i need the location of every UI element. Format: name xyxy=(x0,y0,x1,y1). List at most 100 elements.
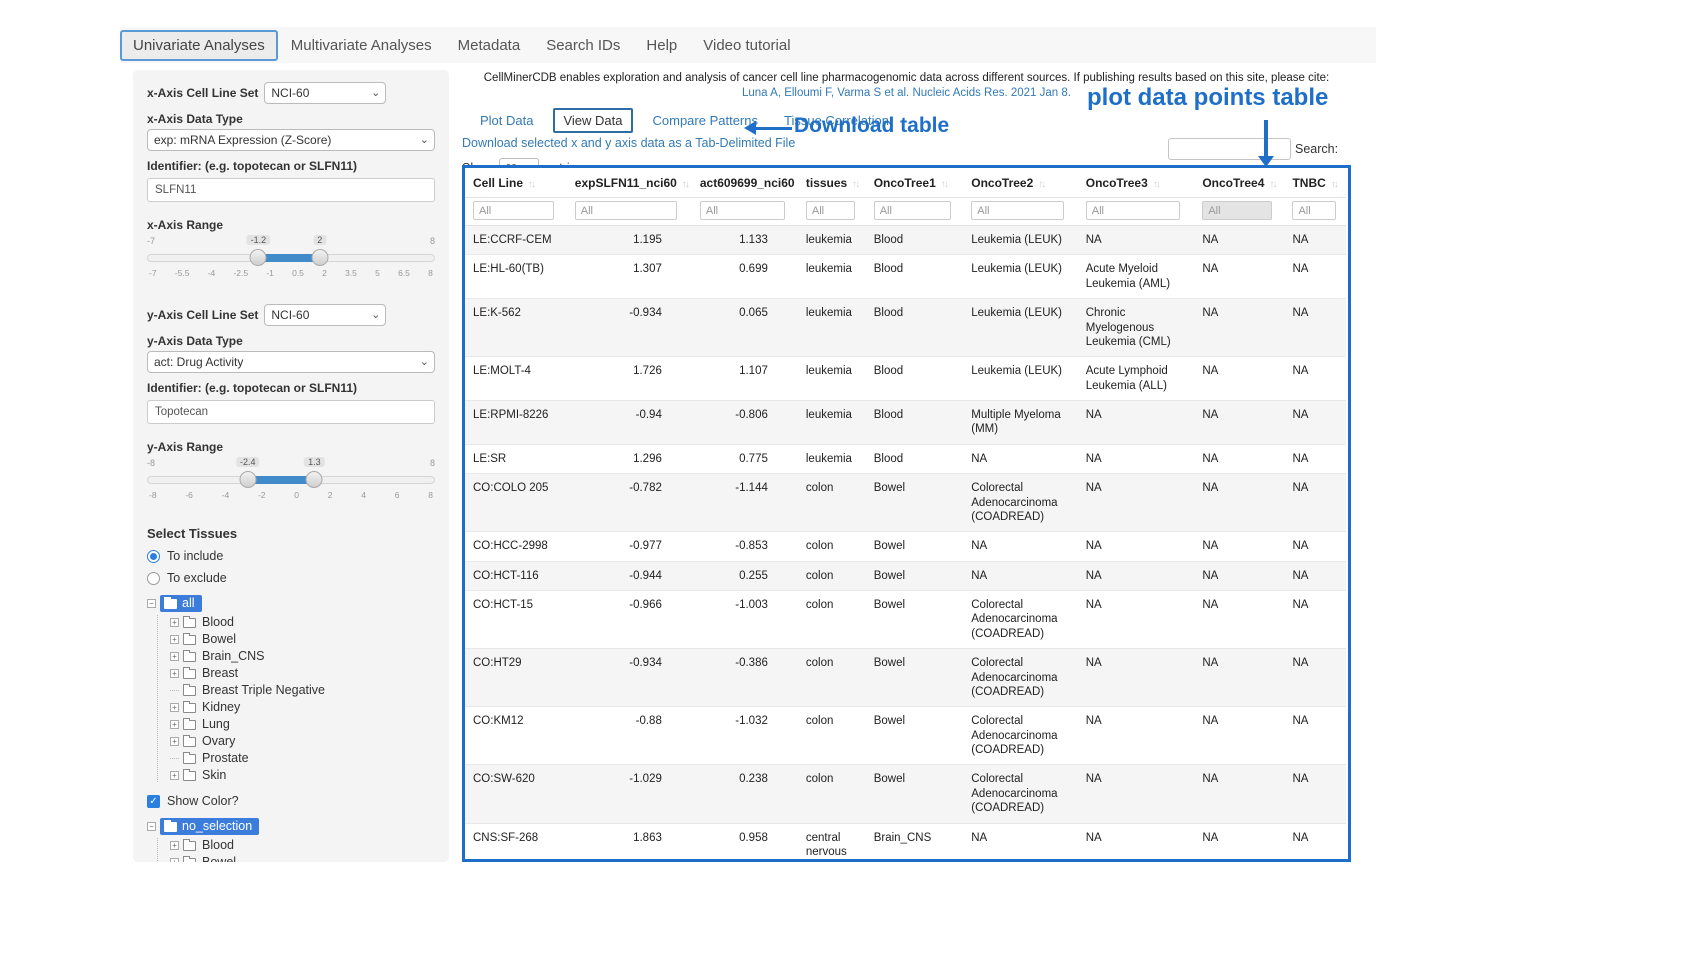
cell-tnbc: NA xyxy=(1284,649,1346,707)
x-cell-line-set-select[interactable]: NCI-60 ⌄ xyxy=(264,82,386,104)
include-radio-row[interactable]: To include xyxy=(147,549,435,563)
x-data-type-select[interactable]: exp: mRNA Expression (Z-Score) ⌄ xyxy=(147,129,435,151)
column-filter-cell-line[interactable] xyxy=(473,201,554,220)
expand-icon[interactable]: + xyxy=(170,618,179,627)
column-header-act609699-nci60[interactable]: act609699_nci60↑↓ xyxy=(692,168,798,198)
expand-icon[interactable]: + xyxy=(170,703,179,712)
sort-icon[interactable]: ↑↓ xyxy=(1038,179,1044,190)
collapse-icon[interactable]: − xyxy=(147,822,156,831)
table-row[interactable]: LE:K-562-0.9340.065leukemiaBloodLeukemia… xyxy=(465,299,1346,357)
tree-item-blood[interactable]: +Blood xyxy=(170,838,435,852)
x-range-slider[interactable]: -78-1.22-7-5.5-4-2.5-10.523.556.58 xyxy=(147,236,435,288)
y-cell-line-set-select[interactable]: NCI-60 ⌄ xyxy=(264,304,386,326)
column-filter-tissues[interactable] xyxy=(806,201,856,220)
tree-item-ovary[interactable]: +Ovary xyxy=(170,734,435,748)
expand-icon[interactable]: + xyxy=(170,635,179,644)
expand-icon[interactable]: + xyxy=(170,652,179,661)
sort-icon[interactable]: ↑↓ xyxy=(1331,179,1337,190)
cell-tissues: leukemia xyxy=(798,299,866,357)
tree-item-prostate[interactable]: Prostate xyxy=(170,751,435,765)
column-header-oncotree1[interactable]: OncoTree1↑↓ xyxy=(866,168,964,198)
column-header-cell-line[interactable]: Cell Line↑↓ xyxy=(465,168,567,198)
nav-item-search-ids[interactable]: Search IDs xyxy=(533,30,633,61)
tree-item-kidney[interactable]: +Kidney xyxy=(170,700,435,714)
expand-icon[interactable]: + xyxy=(170,771,179,780)
show-color-checkbox[interactable]: ✓ xyxy=(147,795,160,808)
slider-handle-low[interactable] xyxy=(250,249,267,266)
table-row[interactable]: CNS:SF-2681.8630.958central nervous syst… xyxy=(465,823,1346,862)
cell-cell-line: CO:HCT-15 xyxy=(465,591,567,649)
exclude-radio-row[interactable]: To exclude xyxy=(147,571,435,585)
expand-icon[interactable]: + xyxy=(170,720,179,729)
y-identifier-label: Identifier: (e.g. topotecan or SLFN11) xyxy=(147,381,435,395)
y-data-type-select[interactable]: act: Drug Activity ⌄ xyxy=(147,351,435,373)
sort-icon[interactable]: ↑↓ xyxy=(852,179,858,190)
tree-root-all[interactable]: all xyxy=(160,595,202,612)
sort-icon[interactable]: ↑↓ xyxy=(1153,179,1159,190)
expand-icon[interactable]: + xyxy=(170,858,179,863)
slider-handle-high[interactable] xyxy=(306,471,323,488)
column-filter-oncotree3[interactable] xyxy=(1086,201,1180,220)
column-header-oncotree3[interactable]: OncoTree3↑↓ xyxy=(1078,168,1195,198)
table-row[interactable]: LE:MOLT-41.7261.107leukemiaBloodLeukemia… xyxy=(465,357,1346,401)
tree-item-skin[interactable]: +Skin xyxy=(170,768,435,782)
tree-item-blood[interactable]: +Blood xyxy=(170,615,435,629)
tab-view-data[interactable]: View Data xyxy=(553,108,632,133)
sort-icon[interactable]: ↑↓ xyxy=(1269,179,1275,190)
tree-item-bowel[interactable]: +Bowel xyxy=(170,632,435,646)
tree-root-no-selection[interactable]: no_selection xyxy=(160,818,259,835)
nav-item-video-tutorial[interactable]: Video tutorial xyxy=(690,30,803,61)
table-row[interactable]: CO:HCT-15-0.966-1.003colonBowelColorecta… xyxy=(465,591,1346,649)
table-row[interactable]: CO:COLO 205-0.782-1.144colonBowelColorec… xyxy=(465,474,1346,532)
column-header-expslfn11-nci60[interactable]: expSLFN11_nci60↑↓ xyxy=(567,168,692,198)
cell-act609699-nci60: -0.806 xyxy=(692,401,798,445)
column-filter-oncotree4[interactable] xyxy=(1202,201,1272,220)
sort-icon[interactable]: ↑↓ xyxy=(528,179,534,190)
column-filter-expslfn11-nci60[interactable] xyxy=(575,201,677,220)
tree-item-breast[interactable]: +Breast xyxy=(170,666,435,680)
column-header-tnbc[interactable]: TNBC↑↓ xyxy=(1284,168,1346,198)
table-row[interactable]: LE:HL-60(TB)1.3070.699leukemiaBloodLeuke… xyxy=(465,255,1346,299)
table-row[interactable]: LE:RPMI-8226-0.94-0.806leukemiaBloodMult… xyxy=(465,401,1346,445)
download-tab-delimited-link[interactable]: Download selected x and y axis data as a… xyxy=(462,136,795,150)
expand-icon[interactable]: + xyxy=(170,669,179,678)
tree-item-breast-triple-negative[interactable]: Breast Triple Negative xyxy=(170,683,435,697)
sort-icon[interactable]: ↑↓ xyxy=(682,179,688,190)
show-color-row[interactable]: ✓ Show Color? xyxy=(147,794,435,808)
nav-item-multivariate-analyses[interactable]: Multivariate Analyses xyxy=(278,30,445,61)
tab-plot-data[interactable]: Plot Data xyxy=(474,109,539,132)
tree-item-bowel[interactable]: +Bowel xyxy=(170,855,435,862)
table-row[interactable]: LE:CCRF-CEM1.1951.133leukemiaBloodLeukem… xyxy=(465,226,1346,255)
table-row[interactable]: CO:SW-620-1.0290.238colonBowelColorectal… xyxy=(465,765,1346,823)
column-filter-tnbc[interactable] xyxy=(1292,201,1336,220)
slider-handle-high[interactable] xyxy=(311,249,328,266)
table-row[interactable]: CO:HT29-0.934-0.386colonBowelColorectal … xyxy=(465,649,1346,707)
expand-icon[interactable]: + xyxy=(170,737,179,746)
include-radio[interactable] xyxy=(147,550,160,563)
slider-handle-low[interactable] xyxy=(239,471,256,488)
column-header-tissues[interactable]: tissues↑↓ xyxy=(798,168,866,198)
collapse-icon[interactable]: − xyxy=(147,599,156,608)
nav-item-help[interactable]: Help xyxy=(633,30,690,61)
nav-item-univariate-analyses[interactable]: Univariate Analyses xyxy=(120,30,278,61)
column-filter-oncotree2[interactable] xyxy=(971,201,1063,220)
expand-icon[interactable]: + xyxy=(170,841,179,850)
table-row[interactable]: CO:HCT-116-0.9440.255colonBowelNANANANA xyxy=(465,561,1346,590)
column-header-oncotree2[interactable]: OncoTree2↑↓ xyxy=(963,168,1077,198)
cell-tissues: colon xyxy=(798,649,866,707)
nav-item-metadata[interactable]: Metadata xyxy=(445,30,534,61)
sort-icon[interactable]: ↑↓ xyxy=(941,179,947,190)
column-header-oncotree4[interactable]: OncoTree4↑↓ xyxy=(1194,168,1284,198)
exclude-radio[interactable] xyxy=(147,572,160,585)
table-row[interactable]: CO:KM12-0.88-1.032colonBowelColorectal A… xyxy=(465,707,1346,765)
tissue-tree-all: −all +Blood +Bowel +Brain_CNS +Breast Breast … xyxy=(147,595,435,782)
table-row[interactable]: CO:HCC-2998-0.977-0.853colonBowelNANANAN… xyxy=(465,532,1346,561)
y-identifier-input[interactable] xyxy=(147,400,435,424)
column-filter-act609699-nci60[interactable] xyxy=(700,201,785,220)
tree-item-lung[interactable]: +Lung xyxy=(170,717,435,731)
table-row[interactable]: LE:SR1.2960.775leukemiaBloodNANANANA xyxy=(465,444,1346,473)
x-identifier-input[interactable] xyxy=(147,178,435,202)
column-filter-oncotree1[interactable] xyxy=(874,201,951,220)
tree-item-brain-cns[interactable]: +Brain_CNS xyxy=(170,649,435,663)
y-range-slider[interactable]: -88-2.41.3-8-6-4-202468 xyxy=(147,458,435,510)
